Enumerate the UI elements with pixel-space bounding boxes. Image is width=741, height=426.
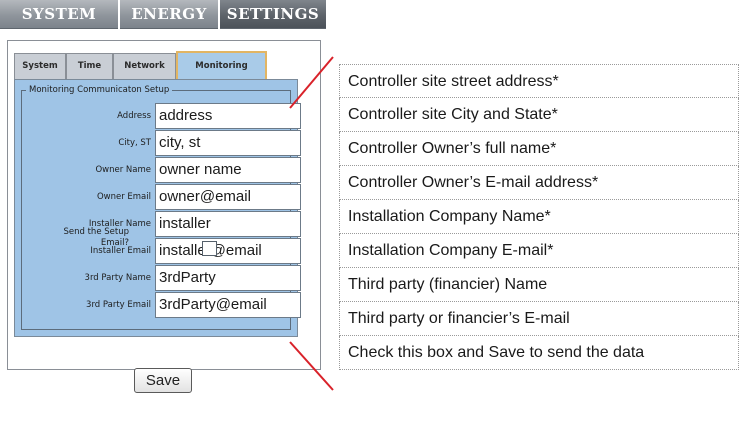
installer-email-input[interactable]: installer@email (155, 238, 301, 264)
third-party-email-input[interactable]: 3rdParty@email (155, 292, 301, 318)
annotation-owner-email: Controller Owner’s E-mail address* (339, 166, 739, 200)
top-navigation: SYSTEM ENERGY SETTINGS (0, 0, 326, 31)
city-st-label: City, ST (118, 138, 151, 148)
address-label: Address (117, 111, 151, 121)
city-st-input[interactable]: city, st (155, 130, 301, 156)
subtab-monitoring[interactable]: Monitoring (176, 51, 267, 79)
subtab-system[interactable]: System (14, 53, 66, 79)
third-party-name-input[interactable]: 3rdParty (155, 265, 301, 291)
send-setup-email-label-line1: Send the Setup (63, 227, 129, 237)
third-party-name-label: 3rd Party Name (84, 273, 151, 283)
save-button[interactable]: Save (134, 368, 192, 393)
send-setup-email-label: Send the Setup Email? (40, 227, 129, 249)
city-st-row: City, ST city, st (22, 130, 301, 157)
tab-energy[interactable]: ENERGY (120, 0, 218, 29)
owner-email-label: Owner Email (96, 192, 151, 202)
owner-name-label: Owner Name (95, 165, 151, 175)
owner-name-input[interactable]: owner name (155, 157, 301, 183)
annotation-owner-name: Controller Owner’s full name* (339, 132, 739, 166)
settings-panel: System Time Network Monitoring Monitorin… (7, 40, 321, 393)
owner-email-row: Owner Email owner@email (22, 184, 301, 211)
annotation-third-party-email: Third party or financier’s E-mail (339, 302, 739, 336)
installer-name-input[interactable]: installer (155, 211, 301, 237)
tab-system[interactable]: SYSTEM (0, 0, 118, 29)
annotation-city-state: Controller site City and State* (339, 98, 739, 132)
annotation-installer-name: Installation Company Name* (339, 200, 739, 234)
address-input[interactable]: address (155, 103, 301, 129)
subtab-network[interactable]: Network (113, 53, 176, 79)
monitoring-setup-panel: Monitoring Communicaton Setup Address ad… (14, 79, 301, 337)
annotation-third-party-name: Third party (financier) Name (339, 268, 739, 302)
annotation-list: Controller site street address* Controll… (339, 64, 739, 402)
annotation-address: Controller site street address* (339, 64, 739, 98)
third-party-email-label: 3rd Party Email (86, 300, 151, 310)
third-party-email-row: 3rd Party Email 3rdParty@email (22, 292, 301, 319)
third-party-name-row: 3rd Party Name 3rdParty (22, 265, 301, 292)
subtab-time[interactable]: Time (66, 53, 113, 79)
send-setup-email-checkbox[interactable] (202, 241, 217, 256)
send-setup-email-label-line2: Email? (100, 238, 129, 248)
fieldset-legend: Monitoring Communicaton Setup (26, 84, 173, 96)
owner-name-row: Owner Name owner name (22, 157, 301, 184)
tab-settings[interactable]: SETTINGS (220, 0, 326, 29)
annotation-send-data: Check this box and Save to send the data (339, 336, 739, 370)
address-row: Address address (22, 103, 301, 130)
annotation-installer-email: Installation Company E-mail* (339, 234, 739, 268)
monitoring-setup-fieldset: Monitoring Communicaton Setup Address ad… (21, 84, 301, 330)
owner-email-input[interactable]: owner@email (155, 184, 301, 210)
